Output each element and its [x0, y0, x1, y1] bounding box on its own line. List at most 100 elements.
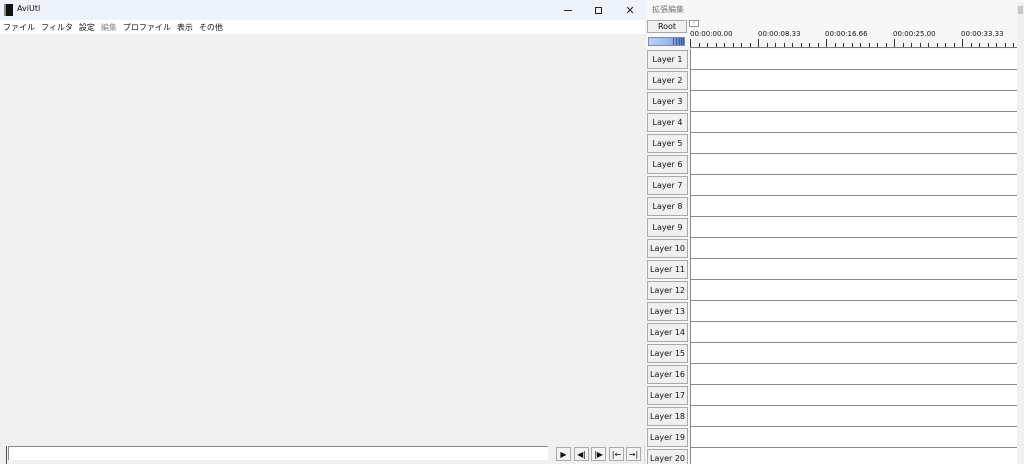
last-frame-button[interactable]: →| — [626, 447, 641, 461]
ruler-tick — [801, 43, 802, 47]
layer-button[interactable]: Layer 14 — [647, 323, 688, 342]
layer-track[interactable] — [690, 385, 1024, 406]
layer-button[interactable]: Layer 3 — [647, 92, 688, 111]
window-title: AviUtl — [17, 4, 41, 13]
layer-row: Layer 12 — [646, 280, 1024, 301]
layer-button[interactable]: Layer 18 — [647, 407, 688, 426]
scroll-left-arrow-icon[interactable]: ‹ — [689, 20, 699, 27]
ruler-tick — [1013, 43, 1014, 47]
zoom-bar-stripe — [683, 38, 684, 45]
menu-filter[interactable]: フィルタ — [41, 22, 77, 33]
menu-profile[interactable]: プロファイル — [123, 22, 175, 33]
ruler-tick — [716, 43, 717, 47]
menu-file[interactable]: ファイル — [3, 22, 39, 33]
title-bar: AviUtl ✕ — [0, 0, 645, 20]
layer-button[interactable]: Layer 2 — [647, 71, 688, 90]
seek-bar[interactable] — [8, 446, 548, 460]
layer-track[interactable] — [690, 280, 1024, 301]
menu-settings[interactable]: 設定 — [79, 22, 99, 33]
minimize-button[interactable] — [552, 0, 584, 20]
layer-track[interactable] — [690, 427, 1024, 448]
layer-track[interactable] — [690, 364, 1024, 385]
ruler-tick — [707, 43, 708, 47]
layer-track[interactable] — [690, 70, 1024, 91]
ruler-tick — [988, 43, 989, 47]
aviutl-app-icon — [4, 4, 13, 16]
ruler-tick — [954, 43, 955, 47]
ruler-tick — [1005, 43, 1006, 47]
layer-button[interactable]: Layer 20 — [647, 449, 688, 464]
layer-button[interactable]: Layer 4 — [647, 113, 688, 132]
layer-button[interactable]: Layer 11 — [647, 260, 688, 279]
layer-row: Layer 11 — [646, 259, 1024, 280]
layer-track[interactable] — [690, 154, 1024, 175]
layer-button[interactable]: Layer 1 — [647, 50, 688, 69]
menu-other[interactable]: その他 — [199, 22, 227, 33]
layer-row: Layer 5 — [646, 133, 1024, 154]
ext-vertical-scrollbar[interactable] — [1017, 2, 1024, 464]
ruler-tick — [750, 43, 751, 47]
layer-track[interactable] — [690, 301, 1024, 322]
layer-button[interactable]: Layer 12 — [647, 281, 688, 300]
ruler-tick — [971, 43, 972, 47]
layer-button[interactable]: Layer 7 — [647, 176, 688, 195]
layer-track[interactable] — [690, 49, 1024, 70]
menu-view[interactable]: 表示 — [177, 22, 197, 33]
desktop: AviUtl ✕ ファイル フィルタ 設定 編集 プロファイル 表示 その他 ▶… — [0, 0, 1024, 464]
layer-row: Layer 19 — [646, 427, 1024, 448]
ruler-tick — [843, 43, 844, 47]
layer-track[interactable] — [690, 175, 1024, 196]
video-preview-area — [0, 34, 645, 444]
layer-track[interactable] — [690, 406, 1024, 427]
close-button[interactable]: ✕ — [614, 0, 646, 20]
layer-track[interactable] — [690, 196, 1024, 217]
ruler-tick — [809, 43, 810, 47]
layer-track[interactable] — [690, 448, 1024, 464]
layer-track[interactable] — [690, 259, 1024, 280]
layer-button[interactable]: Layer 5 — [647, 134, 688, 153]
layer-row: Layer 6 — [646, 154, 1024, 175]
zoom-bar-stripe — [676, 38, 677, 45]
layer-track[interactable] — [690, 343, 1024, 364]
ruler-label: 00:00:25.00 — [893, 30, 936, 38]
layer-button[interactable]: Layer 15 — [647, 344, 688, 363]
maximize-button[interactable] — [582, 0, 614, 20]
play-icon: ▶ — [560, 449, 567, 459]
ruler-tick — [818, 43, 819, 47]
layer-track[interactable] — [690, 238, 1024, 259]
layer-button[interactable]: Layer 13 — [647, 302, 688, 321]
layer-track[interactable] — [690, 322, 1024, 343]
ruler-label: 00:00:16.66 — [825, 30, 868, 38]
ruler-tick — [792, 43, 793, 47]
layer-button[interactable]: Layer 17 — [647, 386, 688, 405]
timeline-zoom-bar[interactable] — [648, 37, 685, 46]
ruler-tick — [767, 43, 768, 47]
extended-edit-window: 拡張編集 Root ‹ 00:00:00.00 00:00:08.33 00:0… — [646, 0, 1024, 464]
layer-track[interactable] — [690, 112, 1024, 133]
layer-button[interactable]: Layer 10 — [647, 239, 688, 258]
next-frame-button[interactable]: |▶ — [591, 447, 606, 461]
layer-track[interactable] — [690, 91, 1024, 112]
layer-row: Layer 3 — [646, 91, 1024, 112]
zoom-bar-stripe — [681, 38, 682, 45]
prev-frame-button[interactable]: ◀| — [574, 447, 589, 461]
layer-button[interactable]: Layer 19 — [647, 428, 688, 447]
time-ruler[interactable]: 00:00:00.00 00:00:08.33 00:00:16.66 00:0… — [690, 28, 1024, 48]
layer-button[interactable]: Layer 8 — [647, 197, 688, 216]
ruler-label: 00:00:00.00 — [690, 30, 733, 38]
menu-edit[interactable]: 編集 — [101, 22, 121, 33]
root-button[interactable]: Root — [647, 20, 687, 33]
scrollbar-thumb[interactable] — [1018, 6, 1023, 14]
layer-track[interactable] — [690, 217, 1024, 238]
ruler-label: 00:00:08.33 — [758, 30, 801, 38]
ruler-tick — [826, 39, 827, 47]
layer-button[interactable]: Layer 6 — [647, 155, 688, 174]
play-button[interactable]: ▶ — [556, 447, 571, 461]
ruler-tick — [903, 43, 904, 47]
layer-button[interactable]: Layer 16 — [647, 365, 688, 384]
layer-button[interactable]: Layer 9 — [647, 218, 688, 237]
layer-list: Layer 1 Layer 2 Layer 3 Layer 4 Layer 5 Layer… — [646, 49, 1024, 464]
ruler-tick — [911, 43, 912, 47]
first-frame-button[interactable]: |← — [609, 447, 624, 461]
layer-track[interactable] — [690, 133, 1024, 154]
